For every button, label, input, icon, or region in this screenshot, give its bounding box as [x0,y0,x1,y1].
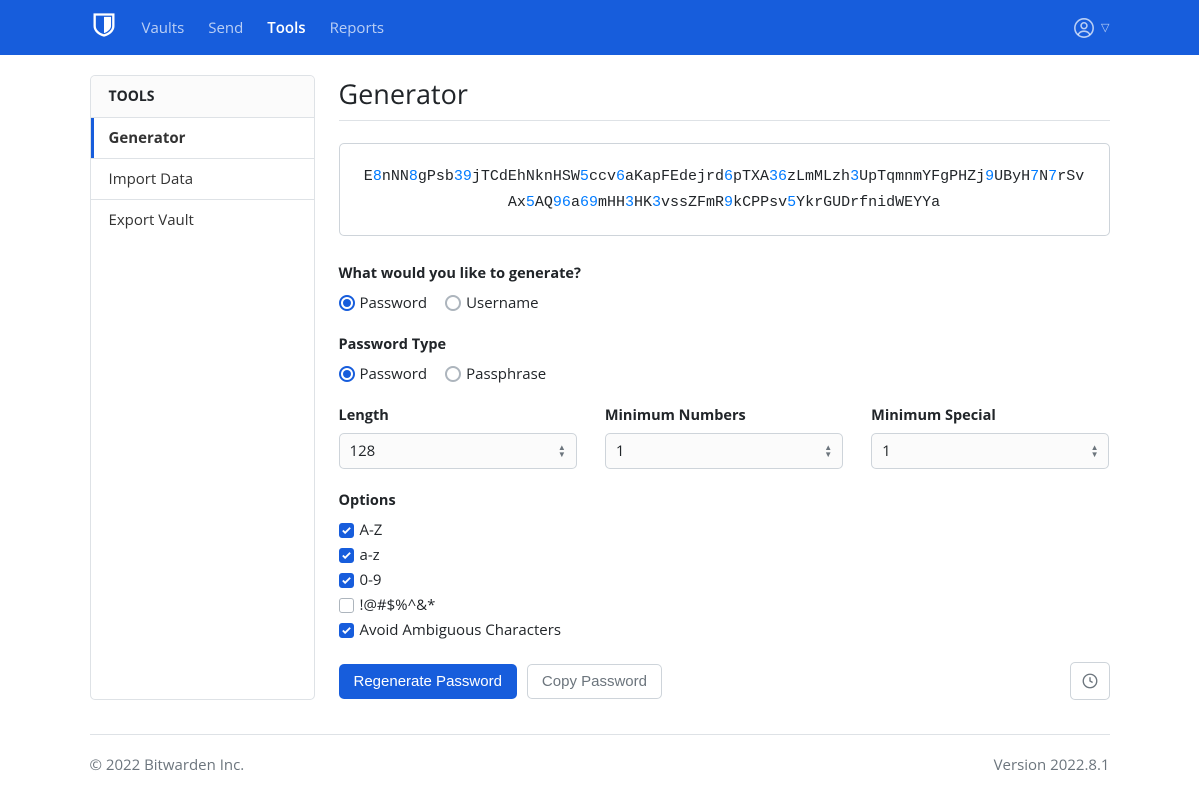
sidebar: TOOLS GeneratorImport DataExport Vault [90,75,315,700]
checkbox-0-9[interactable]: 0-9 [339,570,1110,590]
nav-link-send[interactable]: Send [208,18,243,38]
radio-icon [445,366,461,382]
length-label: Length [339,406,577,425]
caret-down-icon: ▽ [1101,20,1109,35]
min-special-value: 1 [882,441,891,461]
checkbox-icon [339,573,354,588]
footer-version: Version 2022.8.1 [994,755,1110,775]
radio-icon [339,366,355,382]
password-type-radios: Password Passphrase [339,364,1110,384]
checkbox-label: A-Z [360,520,383,540]
checkbox-label: 0-9 [360,570,382,590]
password-type-label: Password Type [339,335,1110,354]
footer: © 2022 Bitwarden Inc. Version 2022.8.1 [90,734,1110,775]
min-special-input[interactable]: 1 ▲▼ [871,433,1109,469]
sidebar-item-generator[interactable]: Generator [91,118,314,159]
spinner-icon[interactable]: ▲▼ [558,444,566,458]
checkbox-a-z[interactable]: a-z [339,545,1110,565]
radio-password[interactable]: Password [339,364,428,384]
checkbox-[interactable]: !@#$%^&* [339,595,1110,615]
radio-label: Username [466,293,538,313]
nav-link-tools[interactable]: Tools [267,18,305,38]
sidebar-header: TOOLS [91,76,314,118]
bitwarden-logo-icon[interactable] [90,11,142,44]
radio-label: Password [360,364,428,384]
spinner-icon[interactable]: ▲▼ [1091,444,1099,458]
options-label: Options [339,491,1110,510]
account-icon [1073,17,1095,39]
min-numbers-label: Minimum Numbers [605,406,843,425]
main-content: Generator E8nNN8gPsb39jTCdEhNknHSW5ccv6a… [339,75,1110,700]
radio-label: Password [360,293,428,313]
checkbox-label: Avoid Ambiguous Characters [360,620,562,640]
length-value: 128 [350,441,376,461]
options-checkboxes: A-Z a-z 0-9 !@#$%^&* Avoid Ambiguous Charact… [339,520,1110,640]
spinner-icon[interactable]: ▲▼ [824,444,832,458]
length-input[interactable]: 128 ▲▼ [339,433,577,469]
page-title: Generator [339,75,1110,121]
sidebar-item-export-vault[interactable]: Export Vault [91,200,314,240]
sidebar-item-import-data[interactable]: Import Data [91,159,314,200]
checkbox-icon [339,548,354,563]
radio-label: Passphrase [466,364,546,384]
radio-username[interactable]: Username [445,293,538,313]
account-menu[interactable]: ▽ [1073,17,1109,39]
generate-type-radios: Password Username [339,293,1110,313]
regenerate-button[interactable]: Regenerate Password [339,664,517,699]
checkbox-avoid-ambiguous-characters[interactable]: Avoid Ambiguous Characters [339,620,1110,640]
checkbox-a-z[interactable]: A-Z [339,520,1110,540]
min-numbers-value: 1 [616,441,625,461]
min-numbers-input[interactable]: 1 ▲▼ [605,433,843,469]
footer-copyright: © 2022 Bitwarden Inc. [90,755,245,775]
checkbox-label: a-z [360,545,380,565]
radio-icon [445,295,461,311]
clock-icon [1081,672,1099,690]
generate-type-label: What would you like to generate? [339,264,1110,283]
checkbox-icon [339,623,354,638]
min-special-label: Minimum Special [871,406,1109,425]
radio-icon [339,295,355,311]
checkbox-icon [339,598,354,613]
generated-password-display: E8nNN8gPsb39jTCdEhNknHSW5ccv6aKapFEdejrd… [339,143,1110,236]
nav-link-reports[interactable]: Reports [330,18,385,38]
radio-passphrase[interactable]: Passphrase [445,364,546,384]
history-button[interactable] [1070,662,1110,700]
radio-password[interactable]: Password [339,293,428,313]
nav-links: Vaults Send Tools Reports [142,18,1074,38]
navbar: Vaults Send Tools Reports ▽ [0,0,1199,55]
copy-button[interactable]: Copy Password [527,664,662,699]
nav-link-vaults[interactable]: Vaults [142,18,185,38]
checkbox-icon [339,523,354,538]
checkbox-label: !@#$%^&* [360,595,436,615]
